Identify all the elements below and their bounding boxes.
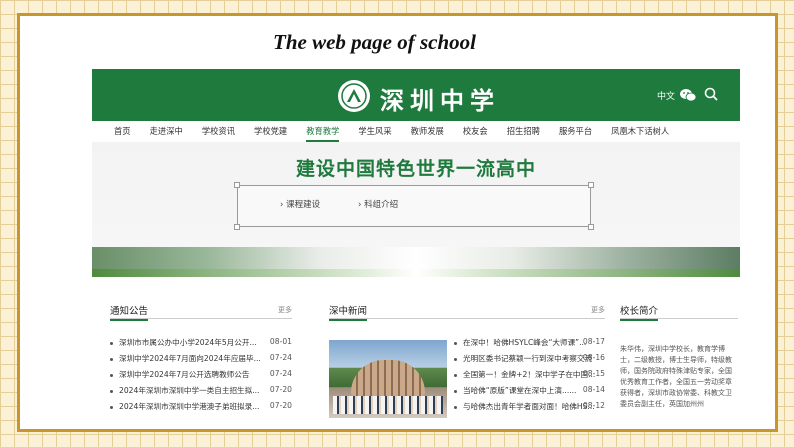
school-website-screenshot: 深圳中学 中文 首页 走进深中 学校资讯 学校党建 教育教学 学生风采 教师发展… xyxy=(92,69,740,422)
news-text: 与哈佛杰出青年学者面对面！哈佛HS... xyxy=(463,402,595,411)
notice-text: 深圳市市属公办中小学2024年5月公开... xyxy=(119,338,257,347)
news-more-link[interactable]: 更多 xyxy=(591,305,605,315)
nav-item-about[interactable]: 走进深中 xyxy=(150,121,183,142)
news-text: 当哈佛“原版”课堂在深中上演...... xyxy=(463,386,577,395)
news-date: 08-14 xyxy=(582,385,605,394)
list-item[interactable]: 2024年深圳市深圳中学港澳子弟班拟录... 07-20 xyxy=(110,401,292,417)
news-text: 在深中！哈佛HSYLC峰会“大师课”... xyxy=(463,338,587,347)
news-photo[interactable] xyxy=(329,340,447,418)
sub-link-label: 科组介绍 xyxy=(364,200,399,210)
list-item[interactable]: 与哈佛杰出青年学者面对面！哈佛HS... 08-12 xyxy=(454,401,605,417)
news-list: 在深中！哈佛HSYLC峰会“大师课”... 08-17 光明区委书记蔡颖一行到深中… xyxy=(454,337,605,417)
news-date: 08-17 xyxy=(582,337,605,346)
notice-date: 07-24 xyxy=(269,353,292,362)
notice-text: 深圳中学2024年7月面向2024年应届毕... xyxy=(119,354,261,363)
bullet xyxy=(454,342,457,345)
notice-text: 2024年深圳市深圳中学港澳子弟班拟录... xyxy=(119,402,260,411)
nav-item-services[interactable]: 服务平台 xyxy=(559,121,592,142)
sub-link-box: › 课程建设 › 科组介绍 xyxy=(234,182,594,230)
list-item[interactable]: 深圳中学2024年7月公开选聘教师公告 07-24 xyxy=(110,369,292,385)
main-nav: 首页 走进深中 学校资讯 学校党建 教育教学 学生风采 教师发展 校友会 招生招… xyxy=(92,121,740,142)
nav-item-home[interactable]: 首页 xyxy=(114,121,131,142)
box-corner xyxy=(234,182,240,188)
box-corner xyxy=(234,224,240,230)
notice-date: 07-20 xyxy=(269,385,292,394)
notices-list: 深圳市市属公办中小学2024年5月公开... 08-01 深圳中学2024年7月面… xyxy=(110,337,292,417)
search-icon[interactable] xyxy=(704,87,718,101)
slide-frame: The web page of school 深圳中学 中文 首页 走进深中 学… xyxy=(17,13,778,432)
slide-title: The web page of school xyxy=(273,30,476,54)
banner-title: 建设中国特色世界一流高中 xyxy=(295,158,536,180)
bullet xyxy=(454,390,457,393)
list-item[interactable]: 光明区委书记蔡颖一行到深中考察交流 08-16 xyxy=(454,353,605,369)
nav-item-students[interactable]: 学生风采 xyxy=(358,121,391,142)
bullet xyxy=(110,358,113,361)
nav-item-alumni[interactable]: 校友会 xyxy=(463,121,488,142)
principal-intro: 朱华伟，深圳中学校长，教育学博士，二级教授，博士生导师，特级教师，国务院政府特殊… xyxy=(620,345,732,408)
news-date: 08-12 xyxy=(582,401,605,410)
news-date: 08-15 xyxy=(582,369,605,378)
sub-link-curriculum[interactable]: › 课程建设 xyxy=(280,198,320,210)
nav-item-talks[interactable]: 凤凰木下话树人 xyxy=(611,121,669,142)
tulou-building xyxy=(351,360,425,396)
school-logo-text[interactable]: 深圳中学 xyxy=(380,81,500,116)
news-text: 全国第一！金牌+2！深中学子在中国... xyxy=(463,370,596,379)
site-header: 深圳中学 中文 xyxy=(92,69,740,121)
notice-date: 08-01 xyxy=(269,337,292,346)
nav-item-teachers[interactable]: 教师发展 xyxy=(411,121,444,142)
bullet xyxy=(110,390,113,393)
box-corner xyxy=(588,182,594,188)
ground-band xyxy=(92,269,740,277)
news-header: 深中新闻 更多 xyxy=(329,303,605,321)
news-date: 08-16 xyxy=(582,353,605,362)
list-item[interactable]: 当哈佛“原版”课堂在深中上演...... 08-14 xyxy=(454,385,605,401)
notices-header: 通知公告 更多 xyxy=(110,303,292,321)
language-switch[interactable]: 中文 xyxy=(657,89,675,102)
nav-item-party[interactable]: 学校党建 xyxy=(254,121,287,142)
student-group xyxy=(333,396,443,414)
list-item[interactable]: 在深中！哈佛HSYLC峰会“大师课”... 08-17 xyxy=(454,337,605,353)
wechat-icon[interactable] xyxy=(680,88,696,102)
box-corner xyxy=(588,224,594,230)
sub-link-departments[interactable]: › 科组介绍 xyxy=(358,198,398,210)
campus-photo-strip xyxy=(92,247,740,277)
bullet xyxy=(454,406,457,409)
school-logo-icon[interactable] xyxy=(338,80,370,112)
principal-header: 校长简介 xyxy=(620,303,738,321)
sub-link-label: 课程建设 xyxy=(286,200,321,210)
news-text: 光明区委书记蔡颖一行到深中考察交流 xyxy=(463,354,593,363)
list-item[interactable]: 全国第一！金牌+2！深中学子在中国... 08-15 xyxy=(454,369,605,385)
notice-date: 07-20 xyxy=(269,401,292,410)
bullet xyxy=(110,342,113,345)
news-title: 深中新闻 xyxy=(329,303,368,321)
notices-more-link[interactable]: 更多 xyxy=(278,305,292,315)
bullet xyxy=(454,358,457,361)
notice-text: 2024年深圳市深圳中学一类自主招生拟... xyxy=(119,386,260,395)
nav-item-news[interactable]: 学校资讯 xyxy=(202,121,235,142)
list-item[interactable]: 深圳市市属公办中小学2024年5月公开... 08-01 xyxy=(110,337,292,353)
notices-title: 通知公告 xyxy=(110,303,149,321)
list-item[interactable]: 深圳中学2024年7月面向2024年应届毕... 07-24 xyxy=(110,353,292,369)
bullet xyxy=(454,374,457,377)
bullet xyxy=(110,374,113,377)
notice-date: 07-24 xyxy=(269,369,292,378)
principal-title: 校长简介 xyxy=(620,303,659,321)
hero-banner: 建设中国特色世界一流高中 › 课程建设 › 科组介绍 xyxy=(92,142,740,247)
nav-item-admissions[interactable]: 招生招聘 xyxy=(507,121,540,142)
list-item[interactable]: 2024年深圳市深圳中学一类自主招生拟... 07-20 xyxy=(110,385,292,401)
nav-item-teaching[interactable]: 教育教学 xyxy=(306,121,340,142)
notice-text: 深圳中学2024年7月公开选聘教师公告 xyxy=(119,370,250,379)
bullet xyxy=(110,406,113,409)
